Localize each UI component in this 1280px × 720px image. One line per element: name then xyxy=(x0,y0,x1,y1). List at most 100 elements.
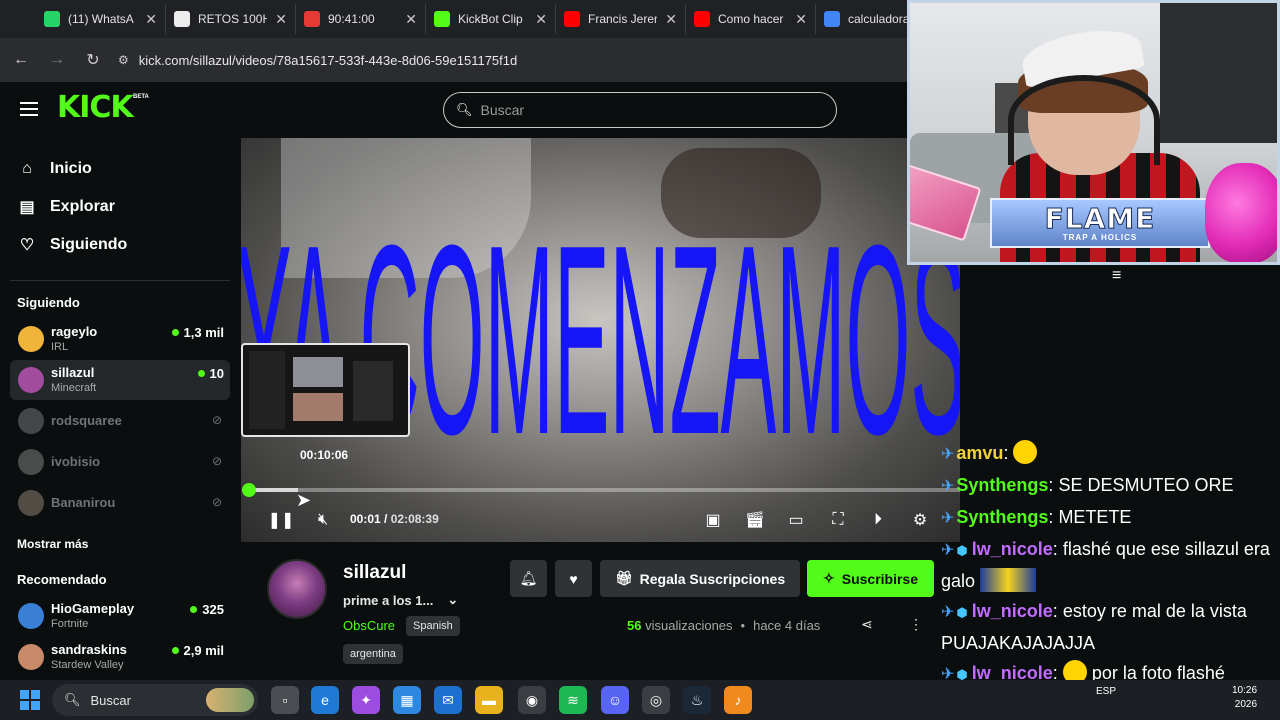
notification-button[interactable]: 🔔︎ xyxy=(510,560,547,597)
sidebar-channel-bananirou[interactable]: Bananirou ⊘ xyxy=(10,483,230,523)
video-player[interactable]: YA COMENZAMOS 00:10:06 ➤ ❚❚ 🔇︎ 00:01 / 0… xyxy=(241,138,960,542)
site-info-icon[interactable]: ⚙ xyxy=(118,53,129,67)
star-icon: ✧ xyxy=(823,570,835,586)
channel-avatar[interactable] xyxy=(267,559,327,619)
forward-icon[interactable]: → xyxy=(46,51,68,69)
nav-label: Siguiendo xyxy=(50,236,128,253)
search-input[interactable]: 🔍︎ Buscar xyxy=(443,92,837,128)
progress-bar[interactable] xyxy=(242,483,960,497)
close-icon[interactable]: ✕ xyxy=(535,11,547,28)
chat-username[interactable]: amvu xyxy=(956,443,1003,463)
chat-message: ✈ Synthengs: SE DESMUTEO ORE xyxy=(941,475,1234,495)
discord-icon[interactable]: ☺ xyxy=(601,686,629,714)
chat-messages: ✈ amvu: ✈ Synthengs: SE DESMUTEO ORE ✈ Synth… xyxy=(941,438,1280,680)
follow-button[interactable]: ♥ xyxy=(555,560,592,597)
chat-username[interactable]: lw_nicole xyxy=(972,539,1053,559)
sidebar-channel-sillazul[interactable]: sillazul Minecraft 10 xyxy=(10,360,230,400)
chevron-down-icon[interactable]: ⌄ xyxy=(447,592,458,608)
chat-username[interactable]: Synthengs xyxy=(956,475,1048,495)
fl-studio-icon[interactable]: ♪ xyxy=(724,686,752,714)
progress-handle[interactable] xyxy=(242,483,257,497)
bell-icon: 🔔︎ xyxy=(519,570,538,586)
miniplayer-button[interactable]: ▣ xyxy=(702,508,724,532)
edge-icon[interactable]: e xyxy=(311,686,339,714)
live-dot xyxy=(171,647,179,654)
channel-game: Minecraft xyxy=(51,382,97,394)
category-link[interactable]: ObsCure xyxy=(343,618,395,633)
browser-tab[interactable]: Como hacer ✕ xyxy=(686,4,816,34)
sidebar-nav-explorar[interactable]: ▤ Explorar xyxy=(18,197,114,217)
tab-label: Como hacer xyxy=(718,12,784,26)
sidebar-channel-ivobisio[interactable]: ivobisio ⊘ xyxy=(10,442,230,482)
kick-logo[interactable]: KICK xyxy=(57,90,134,125)
language-indicator[interactable]: ESP xyxy=(1096,686,1116,698)
channel-name: ivobisio xyxy=(51,454,101,469)
nav-label: Inicio xyxy=(50,160,92,177)
close-icon[interactable]: ✕ xyxy=(275,11,287,28)
pause-button[interactable]: ❚❚ xyxy=(268,508,295,532)
sidebar-nav-siguiendo[interactable]: ♡ Siguiendo xyxy=(18,235,128,255)
autoplay-icon: ⏵ xyxy=(873,511,882,528)
sidebar-channel-rageylo[interactable]: rageylo IRL 1,3 mil xyxy=(10,319,230,359)
file-explorer-icon[interactable]: ▬ xyxy=(475,686,503,714)
show-more-link[interactable]: Mostrar más xyxy=(17,537,88,551)
system-clock[interactable]: 10:26 2026 xyxy=(1232,684,1257,712)
close-icon[interactable]: ✕ xyxy=(145,11,157,28)
chat-filter-icon[interactable]: ≡ xyxy=(1112,267,1121,285)
clip-button[interactable]: 🎬︎ xyxy=(744,508,766,532)
settings-button[interactable]: ⚙ xyxy=(909,508,931,532)
tag-argentina[interactable]: argentina xyxy=(343,644,403,664)
autoplay-button[interactable]: ⏵ xyxy=(867,508,889,532)
chat-username[interactable]: lw_nicole xyxy=(972,663,1053,680)
steam-icon[interactable]: ♨ xyxy=(683,686,711,714)
browser-tab[interactable]: (11) WhatsA ✕ xyxy=(36,4,166,34)
headset-icon xyxy=(1008,75,1160,165)
channel-name[interactable]: sillazul xyxy=(343,562,406,584)
copilot-icon[interactable]: ✦ xyxy=(352,686,380,714)
subscribe-button[interactable]: ✧ Suscribirse xyxy=(807,560,934,597)
browser-tab[interactable]: KickBot Clip ✕ xyxy=(426,4,556,34)
sidebar-nav-inicio[interactable]: ⌂ Inicio xyxy=(18,160,92,178)
heart-icon: ♥ xyxy=(569,570,578,587)
close-icon[interactable]: ✕ xyxy=(405,11,417,28)
close-icon[interactable]: ✕ xyxy=(665,11,677,28)
back-icon[interactable]: ← xyxy=(10,51,32,69)
chat-username[interactable]: lw_nicole xyxy=(972,601,1053,621)
sidebar-channel-hiogameplay[interactable]: HioGameplay Fortnite 325 xyxy=(10,596,230,636)
browser-tab[interactable]: 90:41:00 ✕ xyxy=(296,4,426,34)
windows-start-icon[interactable] xyxy=(20,690,40,710)
gift-icon: 🎁︎ xyxy=(614,570,633,586)
task-view-icon[interactable]: ▫ xyxy=(271,686,299,714)
obs-icon[interactable]: ◎ xyxy=(642,686,670,714)
share-button[interactable]: ⋖ xyxy=(861,616,873,633)
outlook-icon[interactable]: ✉ xyxy=(434,686,462,714)
channel-name: Bananirou xyxy=(51,495,116,510)
video-title-text: prime a los 1... xyxy=(343,592,434,608)
fullscreen-button[interactable]: ⛶ xyxy=(827,508,849,532)
menu-icon[interactable] xyxy=(20,102,38,116)
taskbar-search[interactable]: 🔍︎ Buscar xyxy=(52,684,258,716)
channel-name: rageylo xyxy=(51,324,98,339)
address-bar[interactable]: ⚙ kick.com/sillazul/videos/78a15617-533f… xyxy=(118,53,517,68)
sidebar-channel-sandraskins[interactable]: sandraskins Stardew Valley 2,9 mil xyxy=(10,637,230,677)
subscribe-label: Suscribirse xyxy=(841,570,918,587)
spotify-icon[interactable]: ≋ xyxy=(559,686,587,714)
chat-username[interactable]: Synthengs xyxy=(956,507,1048,527)
browser-tab[interactable]: Francis Jeren ✕ xyxy=(556,4,686,34)
gift-subs-button[interactable]: 🎁︎ Regala Suscripciones xyxy=(600,560,800,597)
channel-game: Stardew Valley xyxy=(51,659,124,671)
more-options-button[interactable]: ⋮ xyxy=(909,616,923,633)
tag-spanish[interactable]: Spanish xyxy=(406,616,460,636)
reload-icon[interactable]: ↻ xyxy=(82,50,104,70)
channel-info-bar: sillazul prime a los 1... ⌄ ObsCure Span… xyxy=(241,542,960,680)
theater-mode-button[interactable]: ▭ xyxy=(785,508,807,532)
sidebar-channel-rodsquaree[interactable]: rodsquaree ⊘ xyxy=(10,401,230,441)
browser-tab[interactable]: RETOS 100H ✕ xyxy=(166,4,296,34)
chrome-icon[interactable]: ◉ xyxy=(518,686,546,714)
store-icon[interactable]: ▦ xyxy=(393,686,421,714)
clip-icon: 🎬︎ xyxy=(744,512,766,529)
close-icon[interactable]: ✕ xyxy=(795,11,807,28)
live-dot xyxy=(171,329,179,336)
mute-button[interactable]: 🔇︎ xyxy=(311,508,335,532)
channel-name: rodsquaree xyxy=(51,413,122,428)
